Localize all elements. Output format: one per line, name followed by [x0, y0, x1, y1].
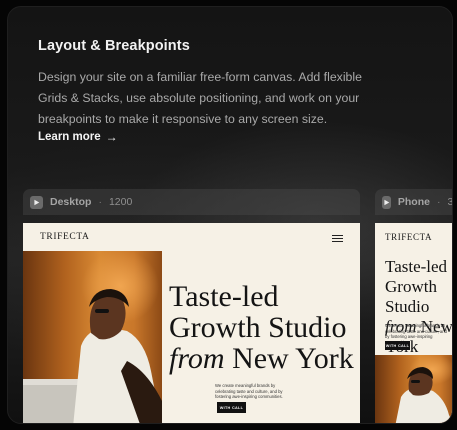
learn-more-link[interactable]: Learn more →	[38, 130, 118, 144]
hero-line: Taste-led	[385, 257, 448, 276]
learn-more-label: Learn more	[38, 131, 101, 143]
breakpoint-bar-desktop[interactable]: Desktop · 1200	[23, 189, 360, 215]
breakpoint-label: Phone	[397, 196, 430, 208]
cta-button[interactable]: WITH CALL	[217, 402, 246, 413]
site-logo: TRIFECTA	[40, 232, 90, 242]
breakpoint-separator: ·	[436, 196, 441, 208]
arrow-right-icon: →	[105, 130, 118, 144]
hero-heading: Taste-led Growth Studio from New York	[169, 281, 359, 374]
hero-photo	[23, 251, 162, 423]
breakpoint-label: Desktop	[50, 196, 92, 208]
phone-preview[interactable]: TRIFECTA Taste-led Growth Studio from Ne…	[375, 223, 452, 423]
play-icon[interactable]	[382, 195, 391, 209]
site-logo: TRIFECTA	[385, 232, 433, 242]
desktop-preview[interactable]: TRIFECTA Taste-led Growth Studio from Ne…	[23, 223, 360, 423]
hero-line: from New York	[169, 343, 359, 374]
hero-line: Taste-led	[169, 280, 279, 313]
breakpoint-width: 390	[447, 196, 453, 208]
hero-emphasis: from	[169, 342, 225, 375]
hero-line-rest: New York	[224, 342, 354, 375]
breakpoint-separator: ·	[98, 196, 102, 208]
feature-card: Layout & Breakpoints Design your site on…	[7, 6, 453, 424]
hero-line: Growth Studio	[385, 277, 437, 316]
hero-body-text: We create meaningful brands by celebrati…	[215, 383, 283, 399]
section-title: Layout & Breakpoints	[38, 38, 190, 54]
section-description: Design your site on a familiar free-form…	[38, 70, 362, 126]
play-icon[interactable]	[30, 195, 43, 209]
breakpoint-bar-phone[interactable]: Phone · 390	[375, 189, 453, 215]
hero-photo	[375, 355, 452, 423]
hamburger-menu-icon	[332, 235, 343, 244]
hero-line: Growth Studio	[169, 311, 347, 344]
breakpoint-width: 1200	[108, 196, 133, 208]
cta-button[interactable]: WITH CALL	[385, 341, 410, 350]
